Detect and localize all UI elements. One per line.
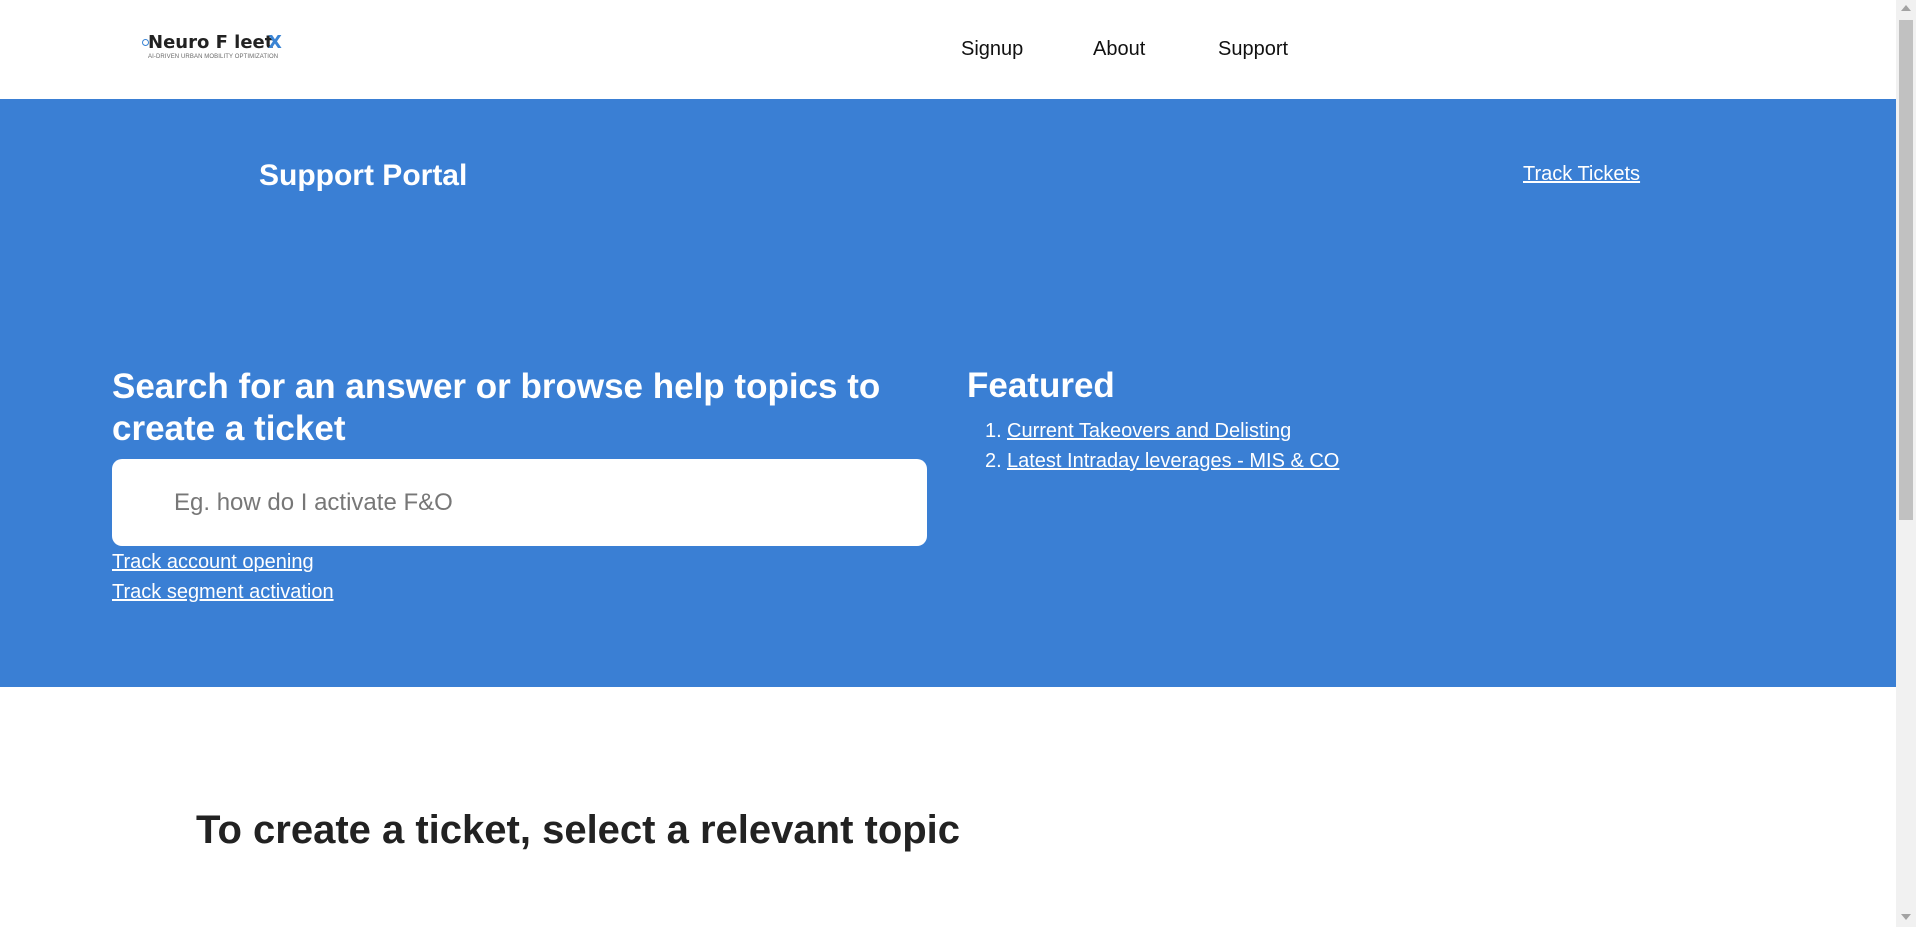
brand-tagline: AI-DRIVEN URBAN MOBILITY OPTIMIZATION xyxy=(148,54,279,60)
featured-item-number: 1. xyxy=(985,420,1002,442)
brand-mark: X xyxy=(268,32,282,53)
nav-about-link[interactable]: About xyxy=(1093,38,1145,61)
search-heading: Search for an answer or browse help topi… xyxy=(112,367,881,448)
search-box xyxy=(112,459,927,546)
track-segment-activation-link[interactable]: Track segment activation xyxy=(112,581,334,604)
featured-heading: Featured xyxy=(967,366,1115,405)
featured-item-number: 2. xyxy=(985,450,1002,472)
page-scrollbar[interactable] xyxy=(1896,0,1916,927)
brand-logo[interactable]: Neuro F leet X AI-DRIVEN URBAN MOBILITY … xyxy=(142,30,292,66)
nav-support-link[interactable]: Support xyxy=(1218,38,1288,61)
scrollbar-thumb[interactable] xyxy=(1899,20,1913,520)
scroll-up-arrow-icon[interactable] xyxy=(1901,5,1911,11)
scroll-down-arrow-icon[interactable] xyxy=(1901,914,1911,920)
featured-link-takeovers[interactable]: Current Takeovers and Delisting xyxy=(1007,420,1291,442)
brand-name: Neuro F leet xyxy=(148,32,274,53)
featured-link-intraday-leverages[interactable]: Latest Intraday leverages - MIS & CO xyxy=(1007,450,1339,472)
page-title: Support Portal xyxy=(259,159,468,192)
track-tickets-link[interactable]: Track Tickets xyxy=(1523,163,1640,186)
featured-item: 1. Current Takeovers and Delisting xyxy=(985,420,1339,450)
search-input[interactable] xyxy=(174,459,904,546)
nav-signup-link[interactable]: Signup xyxy=(961,38,1023,61)
topics-heading: To create a ticket, select a relevant to… xyxy=(196,808,961,852)
featured-list: 1. Current Takeovers and Delisting 2. Late… xyxy=(985,420,1339,480)
navbar: Neuro F leet X AI-DRIVEN URBAN MOBILITY … xyxy=(0,0,1896,99)
featured-item: 2. Latest Intraday leverages - MIS & CO xyxy=(985,450,1339,480)
track-account-opening-link[interactable]: Track account opening xyxy=(112,551,314,574)
support-hero: Support Portal Track Tickets Search for … xyxy=(0,99,1896,687)
